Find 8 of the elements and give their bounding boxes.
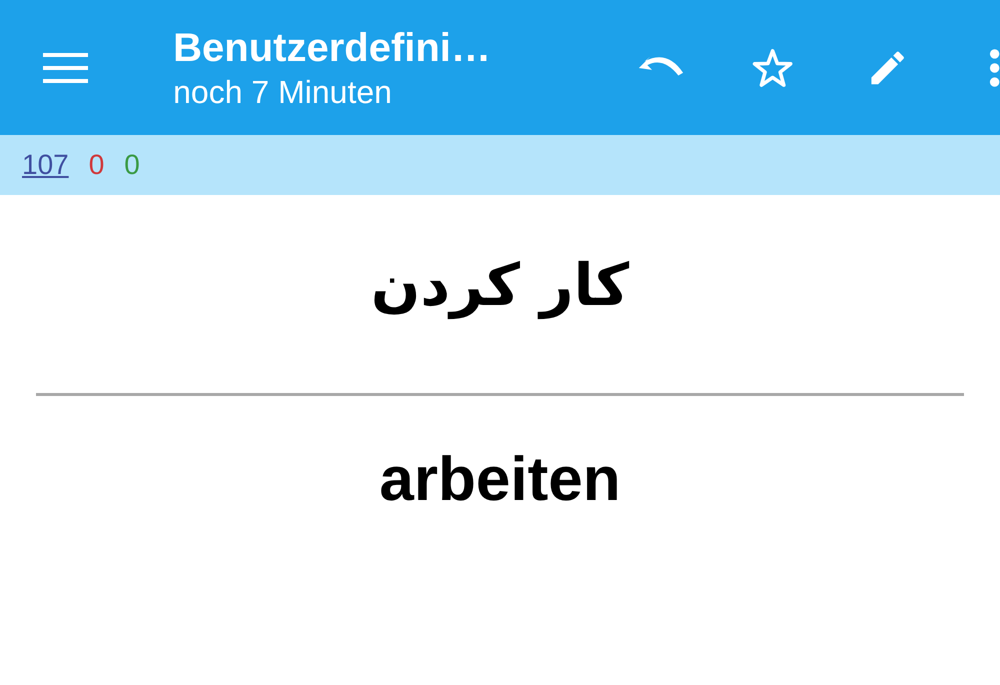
card-answer: arbeiten bbox=[379, 444, 621, 516]
card-question: کار کردن bbox=[370, 250, 630, 322]
card-count: 0 bbox=[88, 148, 104, 182]
card-count: 107 bbox=[22, 148, 69, 182]
toolbar-subtitle: noch 7 Minuten bbox=[173, 72, 393, 112]
more-icon[interactable] bbox=[988, 48, 1000, 88]
card-count: 0 bbox=[124, 148, 140, 182]
toolbar-title: Benutzerdefini… bbox=[173, 24, 492, 72]
